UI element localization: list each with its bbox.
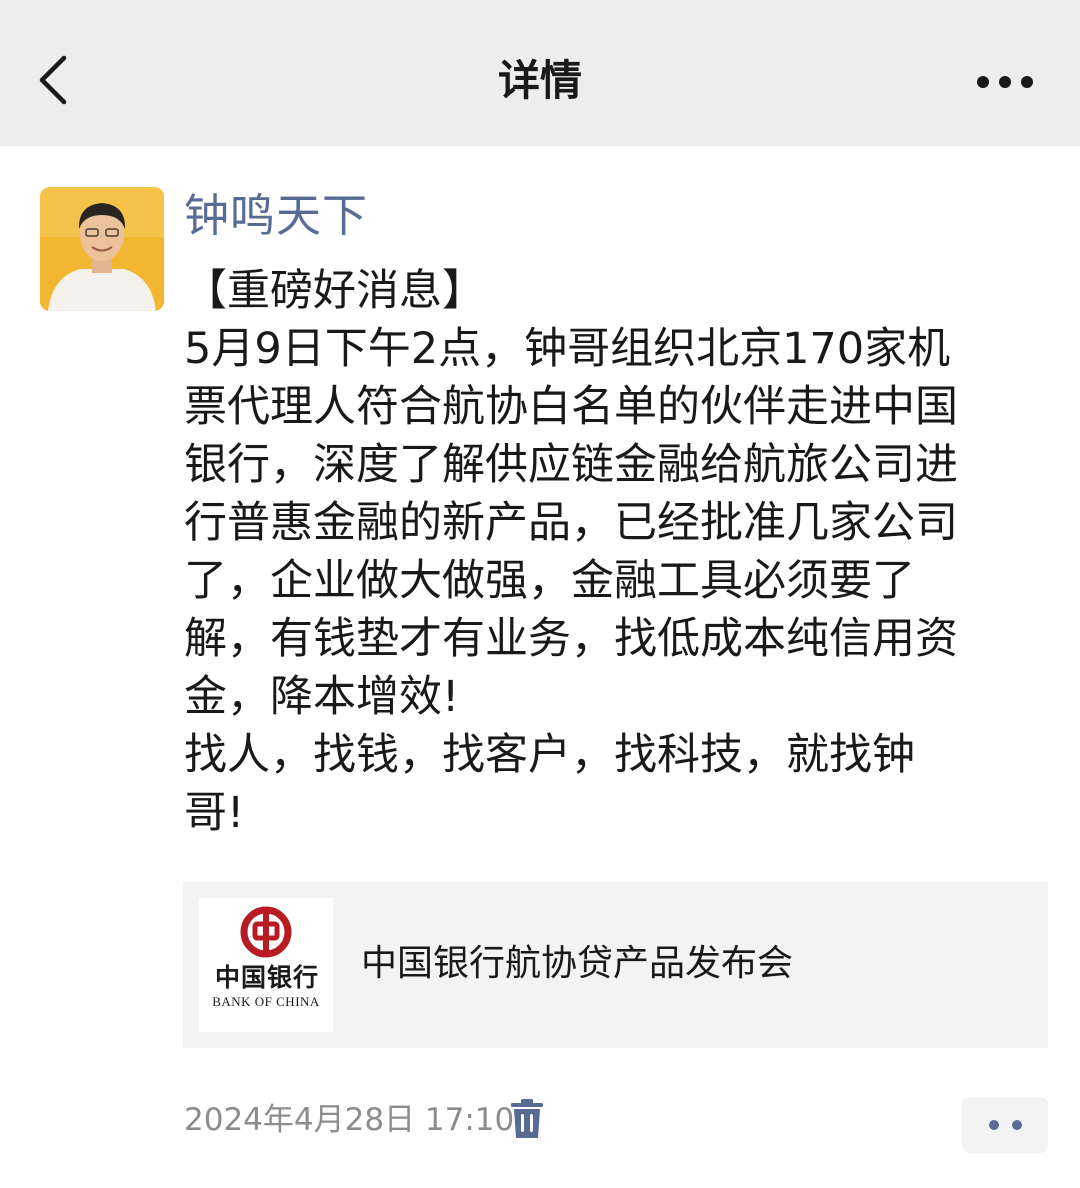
boc-logo-chinese: 中国银行	[214, 963, 319, 992]
post-text-line: 解，有钱垫才有业务，找低成本纯信用资	[184, 614, 958, 664]
post-text-line: 金，降本增效!	[184, 672, 460, 722]
post-text-line: 找人，找钱，找客户，找科技，就找钟	[184, 730, 915, 780]
post-timestamp: 2024年4月28日 17:10	[184, 1102, 515, 1138]
more-dots-icon	[977, 76, 1033, 88]
two-dots-icon	[989, 1120, 999, 1130]
page-title: 详情	[497, 56, 582, 105]
avatar-photo	[40, 187, 164, 311]
bank-of-china-logo: 中国银行 BANK OF CHINA	[199, 898, 333, 1032]
link-title: 中国银行航协贷产品发布会	[361, 943, 794, 984]
author-name[interactable]: 钟鸣天下	[184, 186, 368, 246]
trash-icon	[511, 1099, 543, 1138]
delete-button[interactable]	[509, 1098, 545, 1140]
post-text: 【重磅好消息】 5月9日下午2点，钟哥组织北京170家机 票代理人符合航协白名单…	[184, 262, 1044, 842]
nav-bar: 详情	[0, 0, 1080, 146]
comment-like-button[interactable]	[962, 1097, 1048, 1153]
post-text-line: 票代理人符合航协白名单的伙伴走进中国	[184, 382, 958, 432]
post-text-line: 行普惠金融的新产品，已经批准几家公司	[184, 498, 958, 548]
post-text-line: 银行，深度了解供应链金融给航旅公司进	[184, 440, 958, 490]
post-text-line: 哥!	[184, 788, 245, 838]
post-text-line: 5月9日下午2点，钟哥组织北京170家机	[184, 324, 951, 374]
shared-link-card[interactable]: 中国银行 BANK OF CHINA 中国银行航协贷产品发布会	[183, 882, 1048, 1048]
post-text-line: 了，企业做大做强，金融工具必须要了	[184, 556, 915, 606]
post-text-line: 【重磅好消息】	[184, 266, 485, 316]
two-dots-icon	[1012, 1120, 1022, 1130]
more-button[interactable]	[970, 62, 1040, 102]
avatar[interactable]	[40, 187, 164, 311]
boc-logo-english: BANK OF CHINA	[212, 994, 320, 1009]
